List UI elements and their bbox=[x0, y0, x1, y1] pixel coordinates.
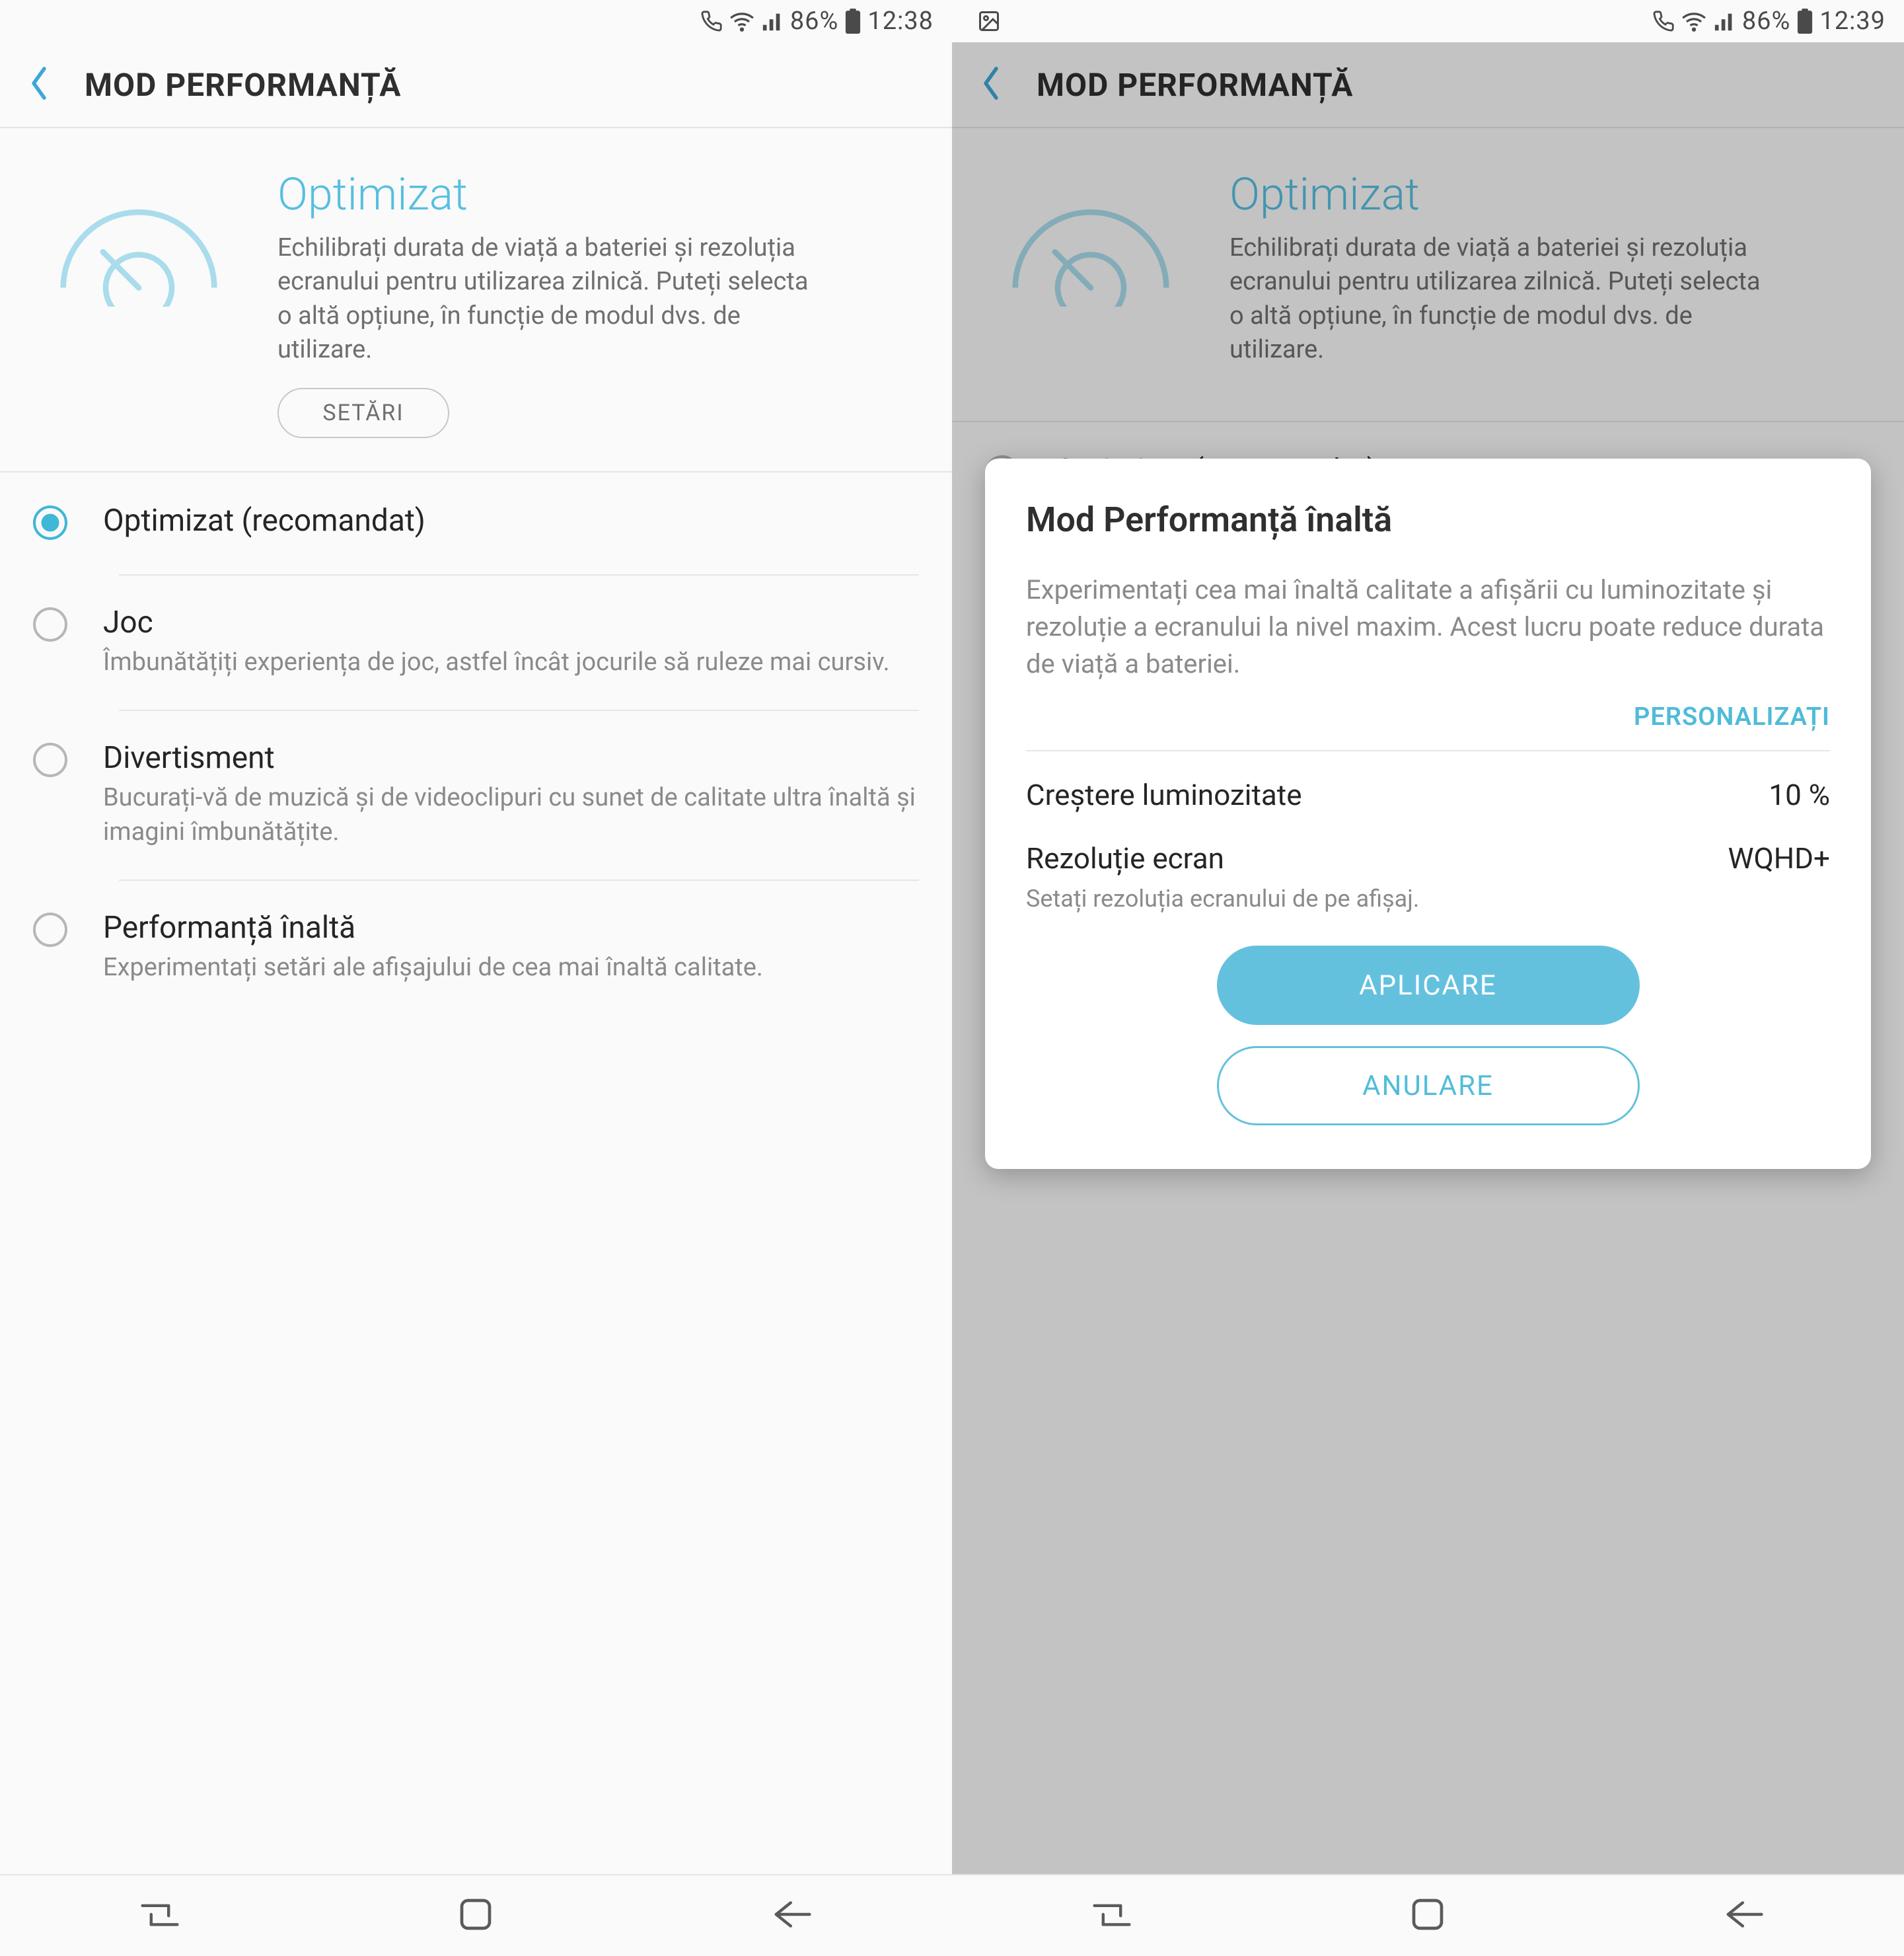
option-desc: Experimentați setări ale afișajului de c… bbox=[103, 951, 919, 985]
hero-desc: Echilibrați durata de viață a bateriei ș… bbox=[277, 231, 826, 367]
battery-icon bbox=[845, 9, 861, 34]
image-notification-icon bbox=[977, 9, 1001, 33]
brightness-row[interactable]: Creștere luminozitate 10 % bbox=[1026, 778, 1830, 812]
option-optimizat[interactable]: Optimizat (recomandat) bbox=[0, 472, 952, 574]
home-icon[interactable] bbox=[457, 1896, 494, 1936]
clock: 12:38 bbox=[867, 7, 934, 36]
nav-bar bbox=[952, 1874, 1904, 1956]
resolution-row[interactable]: Rezoluție ecran WQHD+ bbox=[1026, 841, 1830, 876]
header-bar: MOD PERFORMANȚĂ bbox=[0, 42, 952, 128]
recents-icon[interactable] bbox=[138, 1899, 182, 1932]
wifi-icon bbox=[729, 9, 754, 34]
radio-icon[interactable] bbox=[33, 607, 67, 642]
clock: 12:39 bbox=[1819, 7, 1886, 36]
resolution-value: WQHD+ bbox=[1728, 841, 1830, 876]
option-divertisment[interactable]: Divertisment Bucurați-vă de muzică și de… bbox=[0, 710, 952, 880]
hero-card: Optimizat Echilibrați durata de viață a … bbox=[0, 128, 952, 472]
divider bbox=[1026, 750, 1830, 751]
brightness-label: Creștere luminozitate bbox=[1026, 778, 1302, 812]
phone-left: 86% 12:38 MOD PERFORMANȚĂ Optimizat bbox=[0, 0, 952, 1956]
radio-icon[interactable] bbox=[33, 743, 67, 777]
option-performanta-inalta[interactable]: Performanță înaltă Experimentați setări … bbox=[0, 880, 952, 1015]
hero-title: Optimizat bbox=[277, 168, 912, 221]
resolution-sub: Setați rezoluția ecranului de pe afișaj. bbox=[1026, 885, 1830, 913]
options-list: Optimizat (recomandat) Joc Îmbunătățiți … bbox=[0, 472, 952, 1874]
wifi-icon bbox=[1681, 9, 1706, 34]
cancel-button[interactable]: ANULARE bbox=[1217, 1046, 1640, 1125]
high-performance-dialog: Mod Performanță înaltă Experimentați cea… bbox=[985, 459, 1871, 1169]
option-joc[interactable]: Joc Îmbunătățiți experiența de joc, astf… bbox=[0, 574, 952, 710]
apply-button[interactable]: APLICARE bbox=[1217, 946, 1640, 1025]
option-desc: Îmbunătățiți experiența de joc, astfel î… bbox=[103, 646, 919, 679]
dialog-title: Mod Performanță înaltă bbox=[1026, 500, 1830, 540]
battery-icon bbox=[1797, 9, 1813, 34]
brightness-value: 10 % bbox=[1769, 778, 1830, 812]
status-bar: 86% 12:38 bbox=[0, 0, 952, 42]
radio-icon[interactable] bbox=[33, 913, 67, 947]
back-nav-icon[interactable] bbox=[770, 1898, 814, 1934]
option-title: Joc bbox=[103, 605, 919, 640]
battery-percent: 86% bbox=[790, 7, 839, 36]
settings-button[interactable]: SETĂRI bbox=[277, 388, 449, 438]
dialog-desc: Experimentați cea mai înaltă calitate a … bbox=[1026, 572, 1830, 683]
call-icon bbox=[1652, 10, 1675, 32]
resolution-label: Rezoluție ecran bbox=[1026, 841, 1224, 876]
gauge-icon bbox=[40, 168, 238, 313]
page-title: MOD PERFORMANȚĂ bbox=[85, 66, 402, 104]
option-title: Optimizat (recomandat) bbox=[103, 503, 919, 539]
phone-right: 86% 12:39 MOD PERFORMANȚĂ Optimizat bbox=[952, 0, 1904, 1956]
call-icon bbox=[700, 10, 723, 32]
radio-icon[interactable] bbox=[33, 506, 67, 540]
option-desc: Bucurați-vă de muzică și de videoclipuri… bbox=[103, 781, 919, 849]
nav-bar bbox=[0, 1874, 952, 1956]
signal-icon bbox=[761, 10, 784, 32]
back-icon[interactable] bbox=[26, 64, 52, 105]
recents-icon[interactable] bbox=[1090, 1899, 1134, 1932]
home-icon[interactable] bbox=[1409, 1896, 1446, 1936]
option-title: Divertisment bbox=[103, 740, 919, 776]
signal-icon bbox=[1713, 10, 1736, 32]
back-nav-icon[interactable] bbox=[1722, 1898, 1766, 1934]
battery-percent: 86% bbox=[1742, 7, 1791, 36]
status-bar: 86% 12:39 bbox=[952, 0, 1904, 42]
customize-link[interactable]: PERSONALIZAȚI bbox=[1026, 702, 1830, 750]
option-title: Performanță înaltă bbox=[103, 910, 919, 946]
